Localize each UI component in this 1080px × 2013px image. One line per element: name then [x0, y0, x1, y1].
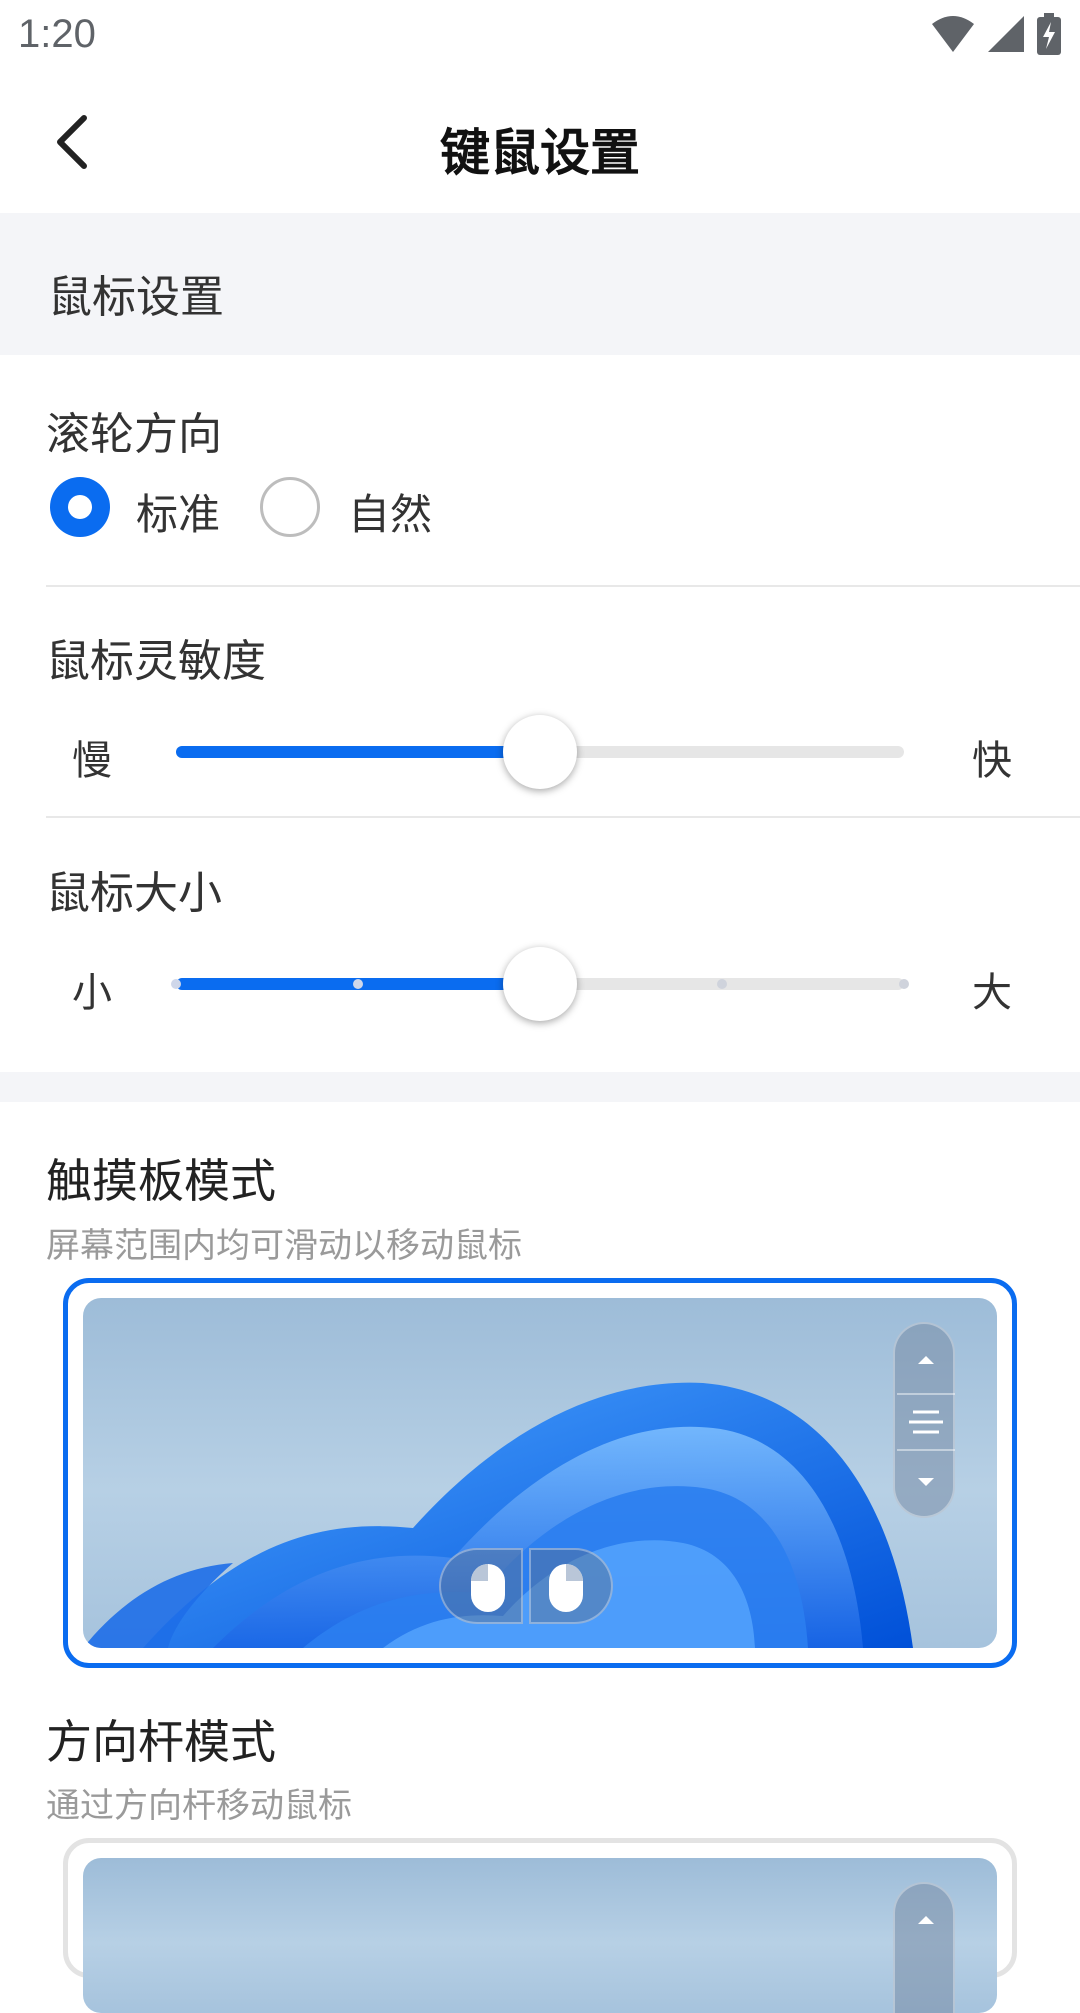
battery-charging-icon: [1036, 13, 1062, 59]
right-click-button-icon: [529, 1548, 613, 1624]
sensitivity-label: 鼠标灵敏度: [46, 636, 266, 687]
status-time: 1:20: [18, 12, 96, 56]
radio-standard-label[interactable]: 标准: [136, 481, 220, 542]
joystick-mode-title: 方向杆模式: [46, 1715, 276, 1769]
scroll-up-icon: [918, 1916, 934, 1924]
touchpad-mode-subtitle: 屏幕范围内均可滑动以移动鼠标: [46, 1226, 522, 1266]
page-title: 键鼠设置: [440, 124, 640, 182]
joystick-mode-card[interactable]: [63, 1838, 1017, 2013]
joystick-mode-subtitle: 通过方向杆移动鼠标: [46, 1786, 352, 1826]
cell-signal-icon: [986, 14, 1026, 58]
app-header: 键鼠设置: [0, 73, 1080, 213]
radio-natural-label[interactable]: 自然: [348, 481, 432, 542]
slider-step-tick: [717, 979, 727, 989]
scroll-direction-label: 滚轮方向: [46, 409, 222, 460]
joystick-preview-image: [83, 1858, 997, 2013]
wifi-icon: [930, 14, 976, 58]
slider-step-tick: [353, 979, 363, 989]
divider: [46, 816, 1080, 818]
left-click-button-icon: [439, 1548, 523, 1624]
sensitivity-slider-thumb[interactable]: [503, 715, 577, 789]
radio-standard[interactable]: [50, 477, 110, 537]
mouse-size-max-label: 大: [972, 970, 1012, 1016]
sensitivity-slider-fill: [176, 746, 540, 758]
slider-step-tick: [899, 979, 909, 989]
sensitivity-max-label: 快: [972, 738, 1012, 784]
sensitivity-min-label: 慢: [72, 738, 112, 784]
touchpad-mode-card[interactable]: [63, 1278, 1017, 1668]
scroll-up-icon: [918, 1356, 934, 1364]
divider: [46, 585, 1080, 587]
mouse-size-min-label: 小: [72, 970, 112, 1016]
mouse-settings-section-header: 鼠标设置: [0, 213, 1080, 355]
scroll-control-pill: [893, 1882, 955, 2013]
mouse-size-label: 鼠标大小: [46, 868, 222, 919]
scroll-control-pill: [893, 1322, 955, 1518]
touchpad-mode-title: 触摸板模式: [46, 1154, 276, 1208]
slider-step-tick: [171, 979, 181, 989]
status-bar: 1:20: [0, 0, 1080, 73]
status-icons: [930, 13, 1062, 59]
mouse-size-slider-thumb[interactable]: [503, 947, 577, 1021]
radio-natural[interactable]: [260, 477, 320, 537]
section-separator: [0, 1072, 1080, 1102]
touchpad-preview-image: [83, 1298, 997, 1648]
section-title: 鼠标设置: [48, 272, 224, 323]
scroll-down-icon: [918, 1478, 934, 1486]
